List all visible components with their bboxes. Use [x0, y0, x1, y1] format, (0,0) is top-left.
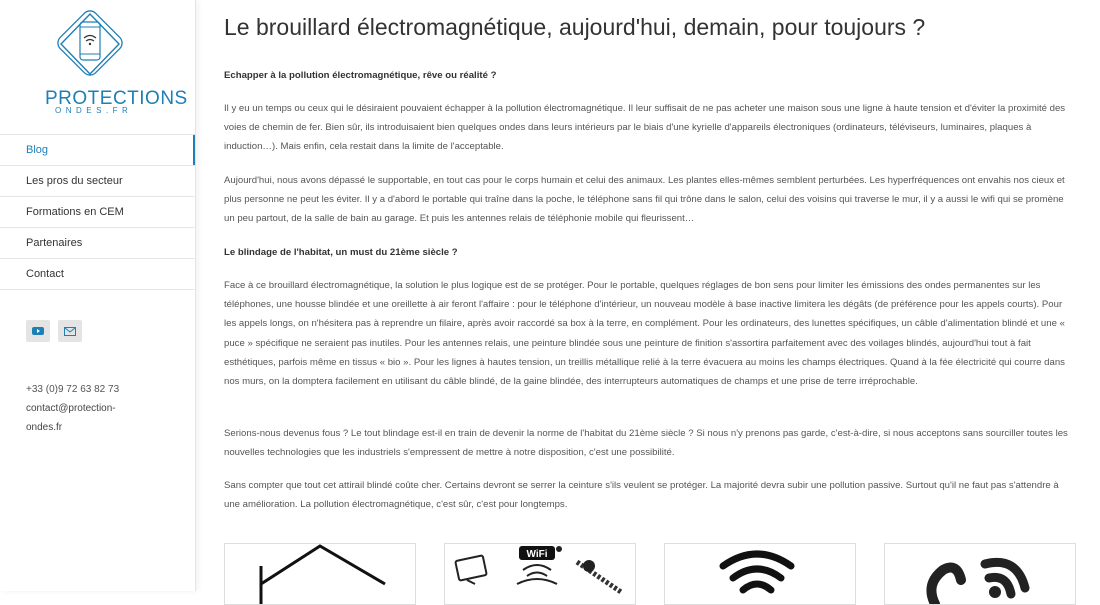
wifi-badge: WiFi [526, 549, 547, 560]
brand-subtitle: ONDES.FR [55, 106, 133, 115]
card-signal[interactable] [884, 543, 1076, 605]
paragraph-5: Sans compter que tout cet attirail blind… [224, 480, 1059, 511]
nav-item-formations[interactable]: Formations en CEM [0, 196, 195, 227]
logo[interactable]: PROTECTIONS ONDES.FR [20, 10, 187, 115]
sidebar: PROTECTIONS ONDES.FR Blog Les pros du se… [0, 0, 196, 591]
article-subtitle-2: Le blindage de l'habitat, un must du 21è… [224, 247, 458, 258]
article-subtitle-1: Echapper à la pollution électromagnétiqu… [224, 70, 497, 81]
nav-item-partenaires[interactable]: Partenaires [0, 227, 195, 258]
phone-wifi-logo-icon [57, 10, 123, 76]
nav-item-contact[interactable]: Contact [0, 258, 195, 290]
related-cards: WiFi [224, 543, 1076, 605]
paragraph-1: Il y eu un temps ou ceux qui le désiraie… [224, 103, 1066, 153]
contact-info: +33 (0)9 72 63 82 73 contact@protection-… [26, 380, 119, 437]
mail-icon [64, 326, 76, 336]
wifi-icon [719, 550, 795, 594]
card-wifi[interactable] [664, 543, 856, 605]
email-line-2[interactable]: ondes.fr [26, 418, 119, 437]
paragraph-2: Aujourd'hui, nous avons dépassé le suppo… [224, 175, 1065, 225]
paragraph-3: Face à ce brouillard électromagnétique, … [224, 280, 1065, 388]
youtube-button[interactable] [26, 320, 50, 342]
paragraph-4: Serions-nous devenus fous ? Le tout blin… [224, 428, 1068, 459]
house-icon [259, 544, 386, 604]
signal-waves-icon [926, 558, 1030, 604]
social-links [26, 320, 82, 342]
email-button[interactable] [58, 320, 82, 342]
card-wifi-devices[interactable]: WiFi [444, 543, 636, 605]
email-line-1[interactable]: contact@protection- [26, 399, 119, 418]
nav-item-pros[interactable]: Les pros du secteur [0, 165, 195, 196]
article-title: Le brouillard électromagnétique, aujourd… [224, 14, 926, 40]
card-house[interactable] [224, 543, 416, 605]
nav-item-blog[interactable]: Blog [0, 134, 195, 165]
phone-number[interactable]: +33 (0)9 72 63 82 73 [26, 380, 119, 399]
youtube-icon [32, 327, 44, 335]
wifi-devices-icon: WiFi [454, 546, 623, 595]
sidebar-nav: Blog Les pros du secteur Formations en C… [0, 134, 195, 290]
